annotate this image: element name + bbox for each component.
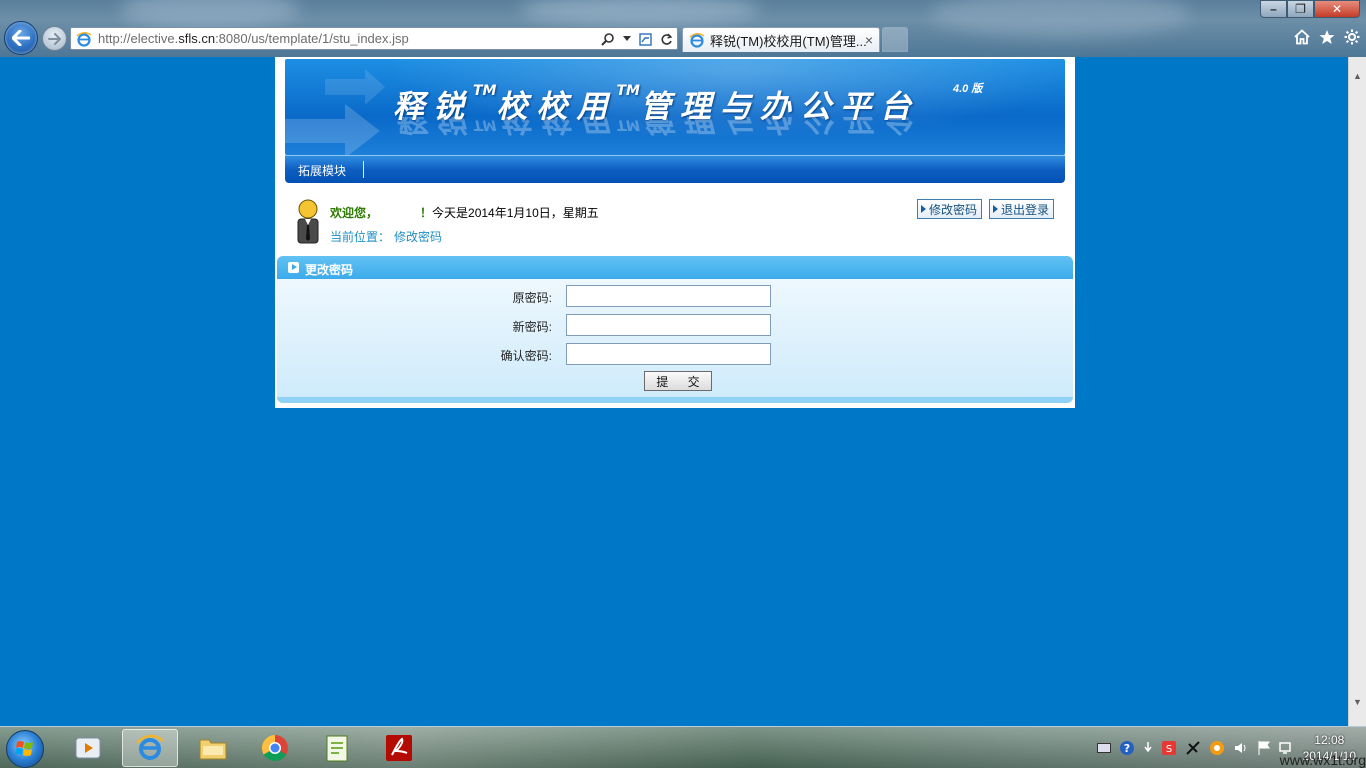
old-password-input[interactable]	[566, 285, 771, 307]
page-container: 释锐TM校校用TM管理与办公平台 释锐TM校校用TM管理与办公平台 4.0 版 …	[275, 57, 1075, 408]
browser-tab-active[interactable]: 释锐(TM)校校用(TM)管理... ×	[682, 27, 880, 52]
confirm-password-label: 确认密码:	[500, 349, 552, 363]
version-badge: 4.0 版	[953, 83, 983, 95]
window-controls: – ❐ ✕	[1260, 0, 1360, 18]
taskbar-chrome[interactable]	[247, 729, 303, 767]
keyboard-icon[interactable]	[1096, 743, 1111, 753]
clock-time: 12:08	[1314, 733, 1345, 747]
logo-reflection: 释锐TM校校用TM管理与办公平台	[393, 117, 920, 137]
taskbar-file-explorer[interactable]	[185, 729, 241, 767]
new-password-input[interactable]	[566, 314, 771, 336]
back-button[interactable]	[4, 21, 38, 55]
address-url[interactable]: http://elective.sfls.cn:8080/us/template…	[98, 31, 409, 46]
address-bar[interactable]: http://elective.sfls.cn:8080/us/template…	[70, 27, 678, 50]
windows-taskbar: ? S 12:08 2014/1/10 www.wx1t.org	[0, 726, 1366, 768]
pdf-reader-icon	[386, 735, 412, 761]
taskbar-pdf-reader[interactable]	[371, 729, 427, 767]
menu-divider	[363, 161, 364, 178]
arrow-decoration-icon	[285, 69, 385, 155]
taskbar-internet-explorer[interactable]	[122, 729, 178, 767]
dropdown-arrow-icon[interactable]	[623, 36, 631, 42]
main-menu-bar: 拓展模块	[285, 155, 1065, 183]
browser-chrome: – ❐ ✕ http://elective.sfls.cn:8080/us/te…	[0, 0, 1366, 57]
logout-button[interactable]: 退出登录	[989, 199, 1055, 219]
close-window-button[interactable]: ✕	[1314, 0, 1360, 18]
form-row-new-password: 新密码:	[277, 313, 1073, 336]
forward-arrow-icon	[47, 32, 61, 45]
favorites-star-icon[interactable]	[1319, 29, 1335, 45]
volume-icon[interactable]	[1233, 740, 1249, 756]
triangle-right-icon	[921, 205, 926, 213]
form-row-old-password: 原密码:	[277, 284, 1073, 307]
old-password-label: 原密码:	[512, 291, 552, 305]
scroll-down-icon[interactable]: ▼	[1353, 697, 1362, 707]
tray-expand-icon[interactable]	[1143, 740, 1153, 756]
security-icon[interactable]	[1185, 740, 1201, 756]
password-form: 原密码: 新密码: 确认密码: 提 交	[277, 279, 1073, 397]
welcome-greeting: 欢迎您，	[330, 206, 379, 220]
submit-button[interactable]: 提 交	[644, 371, 712, 391]
welcome-exclamation: ！	[420, 206, 433, 220]
ie-tab-icon	[689, 33, 705, 48]
windows-logo-icon	[15, 741, 33, 756]
folder-icon	[199, 739, 227, 760]
forward-button[interactable]	[42, 26, 67, 51]
play-arrow-icon	[288, 262, 299, 273]
triangle-right-icon	[993, 205, 998, 213]
tools-gear-icon[interactable]	[1344, 29, 1360, 45]
tab-close-icon[interactable]: ×	[865, 32, 873, 48]
back-arrow-icon	[12, 30, 30, 46]
site-watermark: www.wx1t.org	[1279, 752, 1366, 768]
page-viewport: 释锐TM校校用TM管理与办公平台 释锐TM校校用TM管理与办公平台 4.0 版 …	[0, 57, 1348, 726]
chrome-icon	[261, 734, 288, 762]
svg-text:?: ?	[1123, 742, 1129, 755]
current-date-text: 今天是2014年1月10日，星期五	[432, 206, 599, 220]
maximize-button[interactable]: ❐	[1287, 0, 1314, 18]
panel-footer	[277, 397, 1073, 403]
user-avatar-icon	[297, 199, 319, 244]
action-center-flag-icon[interactable]	[1257, 740, 1271, 756]
change-password-button[interactable]: 修改密码	[917, 199, 983, 219]
svg-text:S: S	[1165, 744, 1171, 755]
vertical-scrollbar[interactable]: ▲ ▼	[1348, 57, 1366, 726]
confirm-password-input[interactable]	[566, 343, 771, 365]
start-button[interactable]	[6, 730, 44, 768]
media-player-icon	[75, 737, 101, 759]
update-icon[interactable]	[1209, 740, 1225, 756]
breadcrumb: 当前位置： 修改密码	[330, 228, 442, 245]
breadcrumb-label: 当前位置：	[330, 230, 391, 244]
home-icon[interactable]	[1294, 29, 1310, 45]
form-row-confirm-password: 确认密码:	[277, 342, 1073, 365]
welcome-message: 欢迎您， ！今天是2014年1月10日，星期五	[330, 204, 599, 221]
compatibility-view-icon[interactable]	[639, 32, 652, 46]
taskbar-notepad-plus[interactable]	[309, 729, 365, 767]
search-icon[interactable]	[601, 32, 615, 46]
scroll-up-icon[interactable]: ▲	[1353, 71, 1362, 81]
menu-item-extension-modules[interactable]: 拓展模块	[298, 162, 346, 179]
new-tab-button[interactable]	[882, 27, 908, 52]
tab-title: 释锐(TM)校校用(TM)管理...	[710, 33, 867, 49]
refresh-icon[interactable]	[660, 33, 673, 46]
ie-page-icon	[76, 31, 92, 47]
internet-explorer-icon	[136, 734, 164, 760]
welcome-section: 欢迎您， ！今天是2014年1月10日，星期五 当前位置： 修改密码 修改密码 退出…	[295, 199, 1065, 249]
header-banner: 释锐TM校校用TM管理与办公平台 释锐TM校校用TM管理与办公平台 4.0 版	[285, 59, 1065, 155]
input-method-icon[interactable]: S	[1161, 740, 1177, 756]
notepad-plus-icon	[326, 735, 348, 762]
change-password-panel: 更改密码 原密码: 新密码: 确认密码: 提 交	[277, 256, 1073, 404]
minimize-button[interactable]: –	[1260, 0, 1287, 18]
taskbar-media-player[interactable]	[60, 729, 116, 767]
new-password-label: 新密码:	[512, 320, 552, 334]
breadcrumb-current[interactable]: 修改密码	[394, 230, 442, 244]
panel-header: 更改密码	[277, 256, 1073, 279]
panel-title: 更改密码	[305, 263, 354, 277]
help-icon[interactable]: ?	[1119, 740, 1135, 756]
